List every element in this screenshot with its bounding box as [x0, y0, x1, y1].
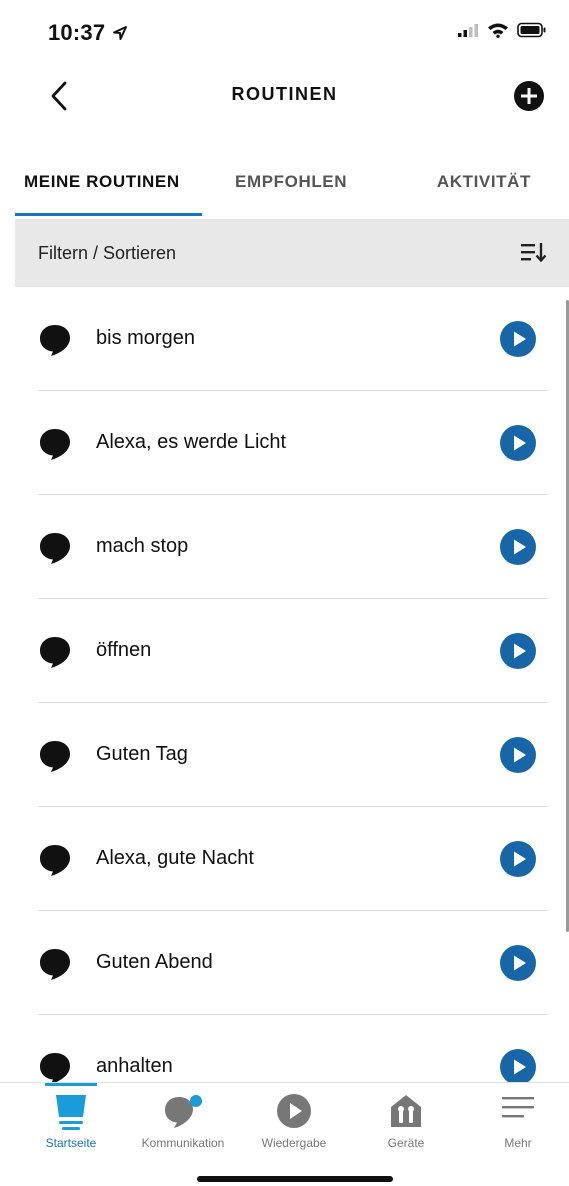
play-routine-button[interactable] — [500, 737, 536, 773]
tab-bar: MEINE ROUTINEN EMPFOHLEN AKTIVITÄT — [0, 160, 569, 218]
routine-row[interactable]: öffnen — [38, 599, 548, 703]
play-routine-button[interactable] — [500, 633, 536, 669]
nav-label: Mehr — [504, 1136, 532, 1150]
nav-kommunikation[interactable]: Kommunikation — [133, 1083, 233, 1163]
navigation-header: ROUTINEN — [0, 64, 569, 128]
nav-wiedergabe[interactable]: Wiedergabe — [244, 1083, 344, 1163]
status-time: 10:37 — [48, 20, 106, 45]
nav-mehr[interactable]: Mehr — [468, 1083, 568, 1163]
status-icons — [457, 22, 547, 38]
play-routine-button[interactable] — [500, 1049, 536, 1082]
speech-bubble-icon — [40, 533, 70, 564]
nav-geraete[interactable]: Geräte — [356, 1083, 456, 1163]
add-routine-button[interactable] — [513, 80, 545, 112]
menu-icon — [502, 1097, 534, 1118]
page-title: ROUTINEN — [231, 84, 338, 104]
routine-label: mach stop — [96, 535, 189, 557]
filter-sort-bar[interactable]: Filtern / Sortieren — [15, 219, 569, 287]
speech-bubble-icon — [40, 429, 70, 460]
play-routine-button[interactable] — [500, 529, 536, 565]
nav-startseite[interactable]: Startseite — [21, 1083, 121, 1163]
cellular-signal-icon — [458, 24, 478, 37]
active-tab-indicator — [15, 213, 202, 216]
routine-row[interactable]: Alexa, gute Nacht — [38, 807, 548, 911]
routine-label: Alexa, gute Nacht — [96, 847, 254, 869]
routine-row[interactable]: bis morgen — [38, 287, 548, 391]
routine-label: öffnen — [96, 639, 152, 661]
speech-bubble-icon — [40, 845, 70, 876]
wifi-icon — [488, 23, 508, 38]
play-routine-button[interactable] — [500, 945, 536, 981]
home-indicator — [197, 1176, 393, 1182]
status-bar: 10:37 — [0, 0, 569, 64]
chat-icon — [165, 1095, 202, 1128]
filter-sort-label: Filtern / Sortieren — [38, 243, 177, 263]
location-arrow-icon — [113, 26, 127, 40]
battery-icon — [517, 22, 546, 38]
nav-label: Startseite — [45, 1136, 97, 1150]
routine-label: Guten Tag — [96, 743, 188, 765]
bottom-navigation: Startseite Kommunikation Wiedergabe Gerä… — [0, 1082, 569, 1186]
routines-list: bis morgen Alexa, es werde Licht mach st… — [0, 287, 569, 1082]
speech-bubble-icon — [40, 637, 70, 668]
speech-bubble-icon — [40, 1053, 70, 1082]
nav-label: Geräte — [387, 1136, 425, 1150]
routine-row[interactable]: Guten Abend — [38, 911, 548, 1015]
nav-label: Wiedergabe — [261, 1136, 327, 1150]
speech-bubble-icon — [40, 741, 70, 772]
routine-row[interactable]: anhalten — [38, 1015, 548, 1082]
routine-label: Alexa, es werde Licht — [96, 431, 287, 453]
play-icon — [277, 1094, 311, 1128]
home-icon — [56, 1095, 86, 1130]
routine-row[interactable]: Alexa, es werde Licht — [38, 391, 548, 495]
tab-aktivitaet[interactable]: AKTIVITÄT — [437, 172, 531, 192]
nav-label: Kommunikation — [141, 1136, 225, 1150]
routine-row[interactable]: mach stop — [38, 495, 548, 599]
routine-row[interactable]: Guten Tag — [38, 703, 548, 807]
speech-bubble-icon — [40, 325, 70, 356]
play-routine-button[interactable] — [500, 841, 536, 877]
devices-icon — [391, 1095, 421, 1127]
speech-bubble-icon — [40, 949, 70, 980]
tab-meine-routinen[interactable]: MEINE ROUTINEN — [24, 172, 180, 192]
sort-icon[interactable] — [519, 241, 549, 263]
play-routine-button[interactable] — [500, 425, 536, 461]
routine-label: bis morgen — [96, 327, 195, 349]
play-routine-button[interactable] — [500, 321, 536, 357]
routine-label: anhalten — [96, 1055, 173, 1077]
tab-empfohlen[interactable]: EMPFOHLEN — [235, 172, 347, 192]
routine-label: Guten Abend — [96, 951, 213, 973]
